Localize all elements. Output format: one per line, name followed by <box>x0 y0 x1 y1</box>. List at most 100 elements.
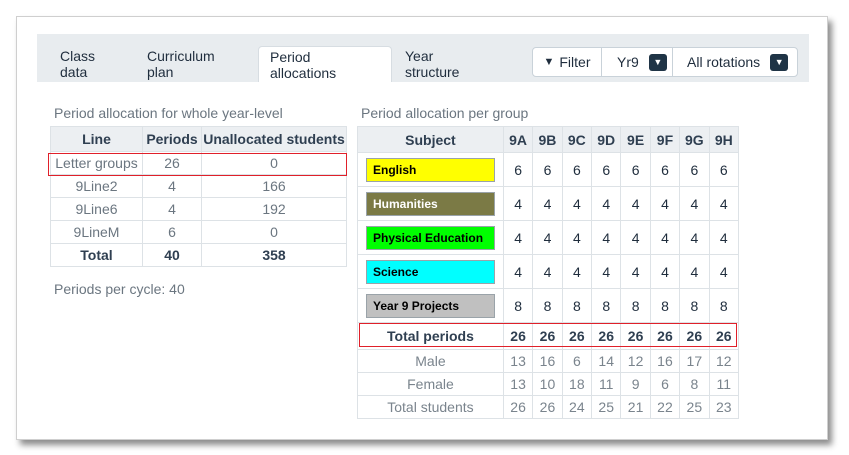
period-count-cell: 4 <box>502 220 534 255</box>
subject-label[interactable]: Science <box>366 259 495 284</box>
total-periods-value: 26 <box>649 322 681 350</box>
year-select-value: Yr9 <box>617 54 639 70</box>
period-count-cell: 8 <box>561 288 593 323</box>
total-periods: 40 <box>142 243 202 267</box>
period-count-cell: 6 <box>591 152 622 187</box>
stat-value: 24 <box>561 395 593 419</box>
filter-button[interactable]: ▼ Filter <box>533 48 602 76</box>
total-periods-value: 26 <box>532 322 563 350</box>
stat-row: Total students 26 26 24 25 21 22 25 23 <box>357 395 740 419</box>
tab-period-allocations[interactable]: Period allocations <box>258 46 392 82</box>
subject-cell: Science <box>357 254 504 289</box>
year-level-table: Line Periods Unallocated students Letter… <box>50 126 347 267</box>
period-count-cell: 4 <box>502 254 534 289</box>
year-level-title: Period allocation for whole year-level <box>54 105 283 121</box>
rotation-select[interactable]: All rotations ▼ <box>673 48 797 76</box>
stat-value: 25 <box>591 395 622 419</box>
subject-row: English 6 6 6 6 6 6 6 6 <box>357 152 740 187</box>
period-count-cell: 4 <box>561 220 593 255</box>
stat-value: 11 <box>591 372 622 396</box>
unallocated-value: 0 <box>201 151 347 175</box>
period-count-cell: 4 <box>620 254 651 289</box>
period-count-cell: 4 <box>649 186 681 221</box>
year-select[interactable]: Yr9 ▼ <box>602 48 673 76</box>
stat-value: 17 <box>679 349 710 373</box>
period-count-cell: 8 <box>679 288 710 323</box>
subject-label[interactable]: Year 9 Projects <box>366 293 495 318</box>
period-count-cell: 6 <box>532 152 563 187</box>
stat-value: 21 <box>620 395 651 419</box>
period-count-cell: 4 <box>649 254 681 289</box>
period-count-cell: 4 <box>532 254 563 289</box>
subject-row: Year 9 Projects 8 8 8 8 8 8 8 8 <box>357 288 740 323</box>
period-count-cell: 6 <box>502 152 534 187</box>
subject-label[interactable]: Humanities <box>366 191 495 216</box>
tab-curriculum-plan[interactable]: Curriculum plan <box>136 46 256 82</box>
group-header: 9E <box>620 126 651 153</box>
period-count-cell: 4 <box>679 220 710 255</box>
stat-value: 6 <box>649 372 681 396</box>
total-label: Total <box>50 243 143 267</box>
table-row: 9LineM 6 0 <box>50 220 347 244</box>
stat-value: 14 <box>591 349 622 373</box>
group-header: 9H <box>708 126 740 153</box>
subject-cell: Physical Education <box>357 220 504 255</box>
stat-label: Male <box>357 349 504 373</box>
periods-per-cycle-label: Periods per cycle: <box>54 281 166 297</box>
period-count-cell: 4 <box>649 220 681 255</box>
stat-value: 18 <box>561 372 593 396</box>
period-count-cell: 6 <box>708 152 740 187</box>
total-row: Total 40 358 <box>50 243 347 267</box>
total-periods-value: 26 <box>591 322 622 350</box>
stat-value: 26 <box>532 395 563 419</box>
stat-value: 12 <box>620 349 651 373</box>
subject-row: Humanities 4 4 4 4 4 4 4 4 <box>357 186 740 221</box>
per-group-table: Subject 9A 9B 9C 9D 9E 9F 9G 9H English 6… <box>357 126 740 419</box>
period-count-cell: 4 <box>561 186 593 221</box>
period-count-cell: 4 <box>532 186 563 221</box>
total-periods-value: 26 <box>679 322 710 350</box>
group-header: 9D <box>591 126 622 153</box>
stat-value: 9 <box>620 372 651 396</box>
tab-bar: Class data Curriculum plan Period alloca… <box>37 34 809 82</box>
stat-value: 22 <box>649 395 681 419</box>
total-unallocated: 358 <box>201 243 347 267</box>
subject-label[interactable]: Physical Education <box>366 225 495 250</box>
table-row: Letter groups 26 0 <box>50 151 347 175</box>
filter-label: Filter <box>559 54 591 70</box>
unallocated-value: 192 <box>201 197 347 221</box>
stat-value: 8 <box>679 372 710 396</box>
line-name: Letter groups <box>50 151 143 175</box>
table-row: 9Line6 4 192 <box>50 197 347 221</box>
total-periods-value: 26 <box>561 322 593 350</box>
period-count-cell: 6 <box>561 152 593 187</box>
tab-year-structure[interactable]: Year structure <box>394 46 500 82</box>
line-name: 9Line6 <box>50 197 143 221</box>
periods-value: 4 <box>142 197 202 221</box>
period-count-cell: 4 <box>708 186 740 221</box>
group-header: 9A <box>502 126 534 153</box>
period-count-cell: 4 <box>679 186 710 221</box>
subject-header: Subject <box>357 126 504 153</box>
period-count-cell: 8 <box>532 288 563 323</box>
total-periods-value: 26 <box>708 322 740 350</box>
group-header: 9G <box>679 126 710 153</box>
group-header: 9C <box>561 126 593 153</box>
group-header: 9B <box>532 126 563 153</box>
unallocated-value: 166 <box>201 174 347 198</box>
tab-class-data[interactable]: Class data <box>49 46 134 82</box>
stat-value: 13 <box>502 372 534 396</box>
period-count-cell: 8 <box>708 288 740 323</box>
per-group-title: Period allocation per group <box>361 105 529 121</box>
period-count-cell: 8 <box>591 288 622 323</box>
period-count-cell: 6 <box>679 152 710 187</box>
period-count-cell: 4 <box>502 186 534 221</box>
chevron-down-icon: ▼ <box>770 53 789 71</box>
subject-label[interactable]: English <box>366 157 495 182</box>
period-count-cell: 8 <box>502 288 534 323</box>
line-name: 9Line2 <box>50 174 143 198</box>
stat-row: Male 13 16 6 14 12 16 17 12 <box>357 349 740 373</box>
periods-value: 4 <box>142 174 202 198</box>
periods-value: 26 <box>142 151 202 175</box>
period-count-cell: 4 <box>561 254 593 289</box>
